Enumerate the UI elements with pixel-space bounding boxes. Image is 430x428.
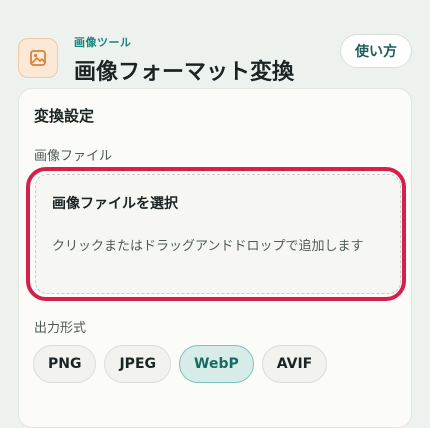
- drop-zone-hint: クリックまたはドラッグアンドドロップで追加します: [52, 239, 364, 254]
- drop-zone-title: 画像ファイルを選択: [52, 196, 178, 212]
- conversion-settings-card: 変換設定 画像ファイル 画像ファイルを選択 クリックまたはドラッグアンドドロップ…: [18, 88, 412, 428]
- file-label: 画像ファイル: [34, 149, 113, 164]
- image-icon: [18, 38, 58, 78]
- format-chip-webp[interactable]: WebP: [179, 345, 254, 383]
- app-eyebrow: 画像ツール: [74, 36, 132, 49]
- file-drop-zone[interactable]: 画像ファイルを選択 クリックまたはドラッグアンドドロップで追加します: [35, 174, 401, 294]
- card-title: 変換設定: [34, 107, 95, 125]
- format-chip-png[interactable]: PNG: [33, 345, 97, 383]
- app-header: 画像ツール 画像フォーマット変換 使い方: [18, 34, 412, 85]
- format-label: 出力形式: [34, 321, 87, 336]
- format-chip-avif[interactable]: AVIF: [261, 345, 328, 383]
- help-button[interactable]: 使い方: [340, 34, 412, 68]
- format-options: PNG JPEG WebP AVIF: [33, 345, 328, 383]
- format-chip-jpeg[interactable]: JPEG: [104, 345, 171, 383]
- page-title: 画像フォーマット変換: [74, 60, 295, 85]
